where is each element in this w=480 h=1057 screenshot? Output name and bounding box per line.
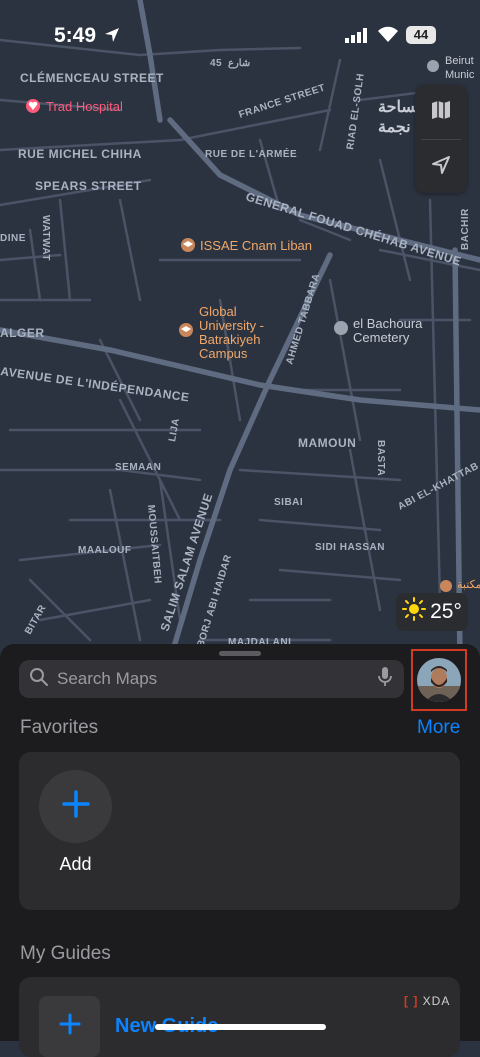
street-label: ALGER: [0, 326, 45, 340]
location-arrow-icon: [103, 26, 121, 49]
street-label: SEMAAN: [115, 462, 161, 473]
svg-text:Cemetery: Cemetery: [353, 330, 410, 345]
status-time: 5:49: [54, 24, 97, 47]
bottom-sheet[interactable]: Favorites More Add My Guides New Guide […: [0, 644, 480, 1057]
plus-icon: [61, 790, 90, 823]
map-icon: [430, 99, 452, 126]
street-label: DINE: [0, 233, 26, 244]
search-bar[interactable]: [19, 660, 404, 698]
street-label: BASTA: [375, 440, 386, 476]
map-mode-button[interactable]: [415, 85, 467, 139]
avatar[interactable]: [417, 658, 461, 702]
svg-text:Campus: Campus: [199, 346, 248, 361]
wifi-icon: [376, 25, 400, 48]
favorites-more-link[interactable]: More: [417, 717, 460, 739]
street-label: CLÉMENCEAU STREET: [20, 70, 164, 85]
add-favorite-label: Add: [59, 854, 92, 874]
map-edge-label: نجمة: [378, 119, 411, 136]
street-label: MAALOUF: [78, 545, 132, 556]
current-location-button[interactable]: [415, 140, 467, 194]
location-arrow-icon: [430, 154, 452, 181]
cellular-signal-icon: [345, 28, 369, 48]
favorites-card: Add: [19, 752, 460, 910]
xda-watermark: [ ] XDA: [404, 994, 451, 1008]
status-bar: 5:49 44: [0, 0, 480, 60]
sheet-grabber[interactable]: [219, 651, 261, 656]
street-label: MAMOUN: [298, 436, 356, 450]
guides-title: My Guides: [20, 943, 111, 964]
street-label: BACHIR: [460, 208, 471, 250]
svg-text:Batrakiyeh: Batrakiyeh: [199, 332, 260, 347]
search-icon: [29, 667, 49, 692]
svg-text:Global: Global: [199, 304, 237, 319]
street-label: SIDI HASSAN: [315, 542, 385, 553]
svg-text:Trad Hospital: Trad Hospital: [46, 99, 123, 114]
street-label: WATWAT: [40, 215, 51, 261]
street-label: SPEARS STREET: [35, 179, 142, 193]
guides-card: New Guide: [19, 977, 460, 1057]
sun-icon: [402, 597, 427, 627]
home-indicator[interactable]: [155, 1024, 326, 1030]
profile-highlight: [411, 649, 467, 711]
plus-icon: [59, 1013, 81, 1040]
weather-temp: 25°: [430, 600, 462, 623]
svg-text:University -: University -: [199, 318, 264, 333]
street-label: RUE DE L'ARMÉE: [205, 147, 297, 160]
add-favorite-button[interactable]: [39, 770, 112, 843]
search-input[interactable]: [55, 668, 374, 690]
map-view[interactable]: CLÉMENCEAU STREET FRANCE STREET RUE DE L…: [0, 0, 480, 660]
weather-badge: 25°: [396, 593, 468, 631]
map-edge-label: مكتبة: [457, 579, 480, 591]
new-guide-button[interactable]: [39, 996, 100, 1057]
map-edge-label: Munic: [445, 69, 475, 81]
poi-issae-cnam-liban[interactable]: ISSAE Cnam Liban: [181, 238, 312, 253]
microphone-icon[interactable]: [378, 666, 392, 693]
street-label: RUE MICHEL CHIHA: [18, 147, 142, 161]
map-controls: [415, 85, 467, 193]
svg-text:ISSAE Cnam Liban: ISSAE Cnam Liban: [200, 238, 312, 253]
street-label: SIBAI: [274, 497, 303, 508]
favorites-title: Favorites: [20, 717, 99, 738]
svg-text:el Bachoura: el Bachoura: [353, 316, 423, 331]
battery-indicator: 44: [406, 26, 436, 44]
